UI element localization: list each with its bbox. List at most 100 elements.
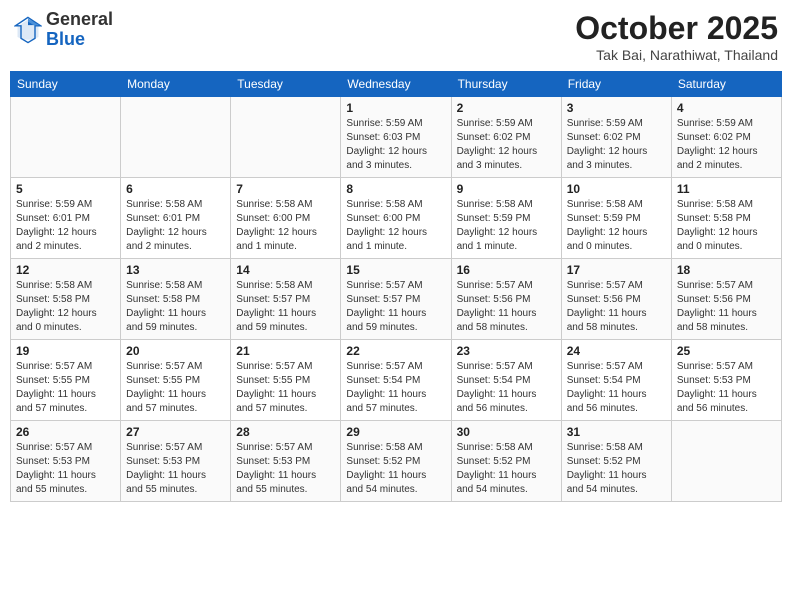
calendar-cell: 31 Sunrise: 5:58 AM Sunset: 5:52 PM Dayli… bbox=[561, 421, 671, 502]
calendar-cell: 2 Sunrise: 5:59 AM Sunset: 6:02 PM Daylig… bbox=[451, 97, 561, 178]
day-number: 6 bbox=[126, 182, 225, 196]
calendar-cell: 19 Sunrise: 5:57 AM Sunset: 5:55 PM Dayli… bbox=[11, 340, 121, 421]
day-number: 14 bbox=[236, 263, 335, 277]
calendar-cell: 17Sunrise: 5:57 AM Sunset: 5:56 PM Dayli… bbox=[561, 259, 671, 340]
day-info: Sunrise: 5:57 AM Sunset: 5:53 PM Dayligh… bbox=[126, 441, 225, 497]
day-number: 25 bbox=[677, 344, 776, 358]
calendar-cell: 11 Sunrise: 5:58 AM Sunset: 5:58 PM Dayli… bbox=[671, 178, 781, 259]
week-row-3: 12 Sunrise: 5:58 AM Sunset: 5:58 PM Dayli… bbox=[11, 259, 782, 340]
day-number: 21 bbox=[236, 344, 335, 358]
calendar-cell: 23Sunrise: 5:57 AM Sunset: 5:54 PM Dayli… bbox=[451, 340, 561, 421]
calendar-cell: 21Sunrise: 5:57 AM Sunset: 5:55 PM Dayli… bbox=[231, 340, 341, 421]
day-number: 27 bbox=[126, 425, 225, 439]
calendar-cell: 6 Sunrise: 5:58 AM Sunset: 6:01 PM Daylig… bbox=[121, 178, 231, 259]
day-number: 31 bbox=[567, 425, 666, 439]
day-info: Sunrise: 5:59 AM Sunset: 6:02 PM Dayligh… bbox=[457, 117, 556, 173]
day-number: 18 bbox=[677, 263, 776, 277]
day-info: Sunrise: 5:58 AM Sunset: 5:58 PM Dayligh… bbox=[126, 279, 225, 335]
day-number: 7 bbox=[236, 182, 335, 196]
day-info: Sunrise: 5:58 AM Sunset: 5:59 PM Dayligh… bbox=[457, 198, 556, 254]
day-number: 4 bbox=[677, 101, 776, 115]
day-info: Sunrise: 5:57 AM Sunset: 5:57 PM Dayligh… bbox=[346, 279, 445, 335]
day-info: Sunrise: 5:57 AM Sunset: 5:55 PM Dayligh… bbox=[126, 360, 225, 416]
calendar-cell bbox=[11, 97, 121, 178]
weekday-header-row: SundayMondayTuesdayWednesdayThursdayFrid… bbox=[11, 72, 782, 97]
day-number: 19 bbox=[16, 344, 115, 358]
calendar-cell: 29 Sunrise: 5:58 AM Sunset: 5:52 PM Dayli… bbox=[341, 421, 451, 502]
weekday-header-saturday: Saturday bbox=[671, 72, 781, 97]
day-number: 13 bbox=[126, 263, 225, 277]
day-info: Sunrise: 5:58 AM Sunset: 5:59 PM Dayligh… bbox=[567, 198, 666, 254]
day-info: Sunrise: 5:58 AM Sunset: 5:58 PM Dayligh… bbox=[677, 198, 776, 254]
calendar-cell: 22 Sunrise: 5:57 AM Sunset: 5:54 PM Dayli… bbox=[341, 340, 451, 421]
day-number: 28 bbox=[236, 425, 335, 439]
day-info: Sunrise: 5:58 AM Sunset: 6:01 PM Dayligh… bbox=[126, 198, 225, 254]
week-row-5: 26 Sunrise: 5:57 AM Sunset: 5:53 PM Dayli… bbox=[11, 421, 782, 502]
calendar-cell: 24 Sunrise: 5:57 AM Sunset: 5:54 PM Dayli… bbox=[561, 340, 671, 421]
day-info: Sunrise: 5:58 AM Sunset: 5:57 PM Dayligh… bbox=[236, 279, 335, 335]
day-info: Sunrise: 5:59 AM Sunset: 6:03 PM Dayligh… bbox=[346, 117, 445, 173]
day-info: Sunrise: 5:58 AM Sunset: 5:52 PM Dayligh… bbox=[346, 441, 445, 497]
weekday-header-sunday: Sunday bbox=[11, 72, 121, 97]
calendar-cell: 14 Sunrise: 5:58 AM Sunset: 5:57 PM Dayli… bbox=[231, 259, 341, 340]
weekday-header-tuesday: Tuesday bbox=[231, 72, 341, 97]
calendar-cell: 5Sunrise: 5:59 AM Sunset: 6:01 PM Daylig… bbox=[11, 178, 121, 259]
logo-icon bbox=[14, 16, 42, 44]
day-number: 20 bbox=[126, 344, 225, 358]
calendar-cell: 7 Sunrise: 5:58 AM Sunset: 6:00 PM Daylig… bbox=[231, 178, 341, 259]
calendar-cell: 8Sunrise: 5:58 AM Sunset: 6:00 PM Daylig… bbox=[341, 178, 451, 259]
day-info: Sunrise: 5:57 AM Sunset: 5:56 PM Dayligh… bbox=[457, 279, 556, 335]
calendar-table: SundayMondayTuesdayWednesdayThursdayFrid… bbox=[10, 71, 782, 502]
day-number: 3 bbox=[567, 101, 666, 115]
calendar-cell bbox=[121, 97, 231, 178]
weekday-header-monday: Monday bbox=[121, 72, 231, 97]
day-info: Sunrise: 5:58 AM Sunset: 5:52 PM Dayligh… bbox=[567, 441, 666, 497]
calendar-cell: 4 Sunrise: 5:59 AM Sunset: 6:02 PM Daylig… bbox=[671, 97, 781, 178]
calendar-cell: 26 Sunrise: 5:57 AM Sunset: 5:53 PM Dayli… bbox=[11, 421, 121, 502]
day-number: 16 bbox=[457, 263, 556, 277]
calendar-cell: 27 Sunrise: 5:57 AM Sunset: 5:53 PM Dayli… bbox=[121, 421, 231, 502]
weekday-header-wednesday: Wednesday bbox=[341, 72, 451, 97]
day-number: 23 bbox=[457, 344, 556, 358]
logo: General Blue bbox=[14, 10, 113, 50]
day-info: Sunrise: 5:57 AM Sunset: 5:53 PM Dayligh… bbox=[236, 441, 335, 497]
day-info: Sunrise: 5:57 AM Sunset: 5:53 PM Dayligh… bbox=[16, 441, 115, 497]
week-row-2: 5Sunrise: 5:59 AM Sunset: 6:01 PM Daylig… bbox=[11, 178, 782, 259]
calendar-cell: 12Sunrise: 5:58 AM Sunset: 5:58 PM Dayli… bbox=[11, 259, 121, 340]
month-title: October 2025 bbox=[575, 10, 778, 47]
day-number: 9 bbox=[457, 182, 556, 196]
calendar-cell: 10 Sunrise: 5:58 AM Sunset: 5:59 PM Dayli… bbox=[561, 178, 671, 259]
calendar-cell: 3 Sunrise: 5:59 AM Sunset: 6:02 PM Daylig… bbox=[561, 97, 671, 178]
calendar-cell: 28 Sunrise: 5:57 AM Sunset: 5:53 PM Dayli… bbox=[231, 421, 341, 502]
page-header: General Blue October 2025 Tak Bai, Narat… bbox=[10, 10, 782, 63]
calendar-cell: 18Sunrise: 5:57 AM Sunset: 5:56 PM Dayli… bbox=[671, 259, 781, 340]
calendar-cell: 30Sunrise: 5:58 AM Sunset: 5:52 PM Dayli… bbox=[451, 421, 561, 502]
day-number: 1 bbox=[346, 101, 445, 115]
day-info: Sunrise: 5:58 AM Sunset: 6:00 PM Dayligh… bbox=[236, 198, 335, 254]
calendar-cell: 15Sunrise: 5:57 AM Sunset: 5:57 PM Dayli… bbox=[341, 259, 451, 340]
week-row-1: 1 Sunrise: 5:59 AM Sunset: 6:03 PM Daylig… bbox=[11, 97, 782, 178]
day-number: 17 bbox=[567, 263, 666, 277]
title-block: October 2025 Tak Bai, Narathiwat, Thaila… bbox=[575, 10, 778, 63]
day-info: Sunrise: 5:58 AM Sunset: 5:52 PM Dayligh… bbox=[457, 441, 556, 497]
day-number: 11 bbox=[677, 182, 776, 196]
day-info: Sunrise: 5:57 AM Sunset: 5:54 PM Dayligh… bbox=[346, 360, 445, 416]
day-info: Sunrise: 5:59 AM Sunset: 6:02 PM Dayligh… bbox=[677, 117, 776, 173]
day-info: Sunrise: 5:57 AM Sunset: 5:55 PM Dayligh… bbox=[16, 360, 115, 416]
day-number: 22 bbox=[346, 344, 445, 358]
logo-general-text: General bbox=[46, 9, 113, 29]
day-number: 8 bbox=[346, 182, 445, 196]
calendar-cell bbox=[671, 421, 781, 502]
calendar-cell: 9 Sunrise: 5:58 AM Sunset: 5:59 PM Daylig… bbox=[451, 178, 561, 259]
day-number: 29 bbox=[346, 425, 445, 439]
day-number: 12 bbox=[16, 263, 115, 277]
day-number: 24 bbox=[567, 344, 666, 358]
logo-blue-text: Blue bbox=[46, 29, 85, 49]
day-info: Sunrise: 5:57 AM Sunset: 5:54 PM Dayligh… bbox=[567, 360, 666, 416]
weekday-header-friday: Friday bbox=[561, 72, 671, 97]
day-number: 2 bbox=[457, 101, 556, 115]
calendar-cell bbox=[231, 97, 341, 178]
day-number: 26 bbox=[16, 425, 115, 439]
day-number: 10 bbox=[567, 182, 666, 196]
day-info: Sunrise: 5:59 AM Sunset: 6:02 PM Dayligh… bbox=[567, 117, 666, 173]
